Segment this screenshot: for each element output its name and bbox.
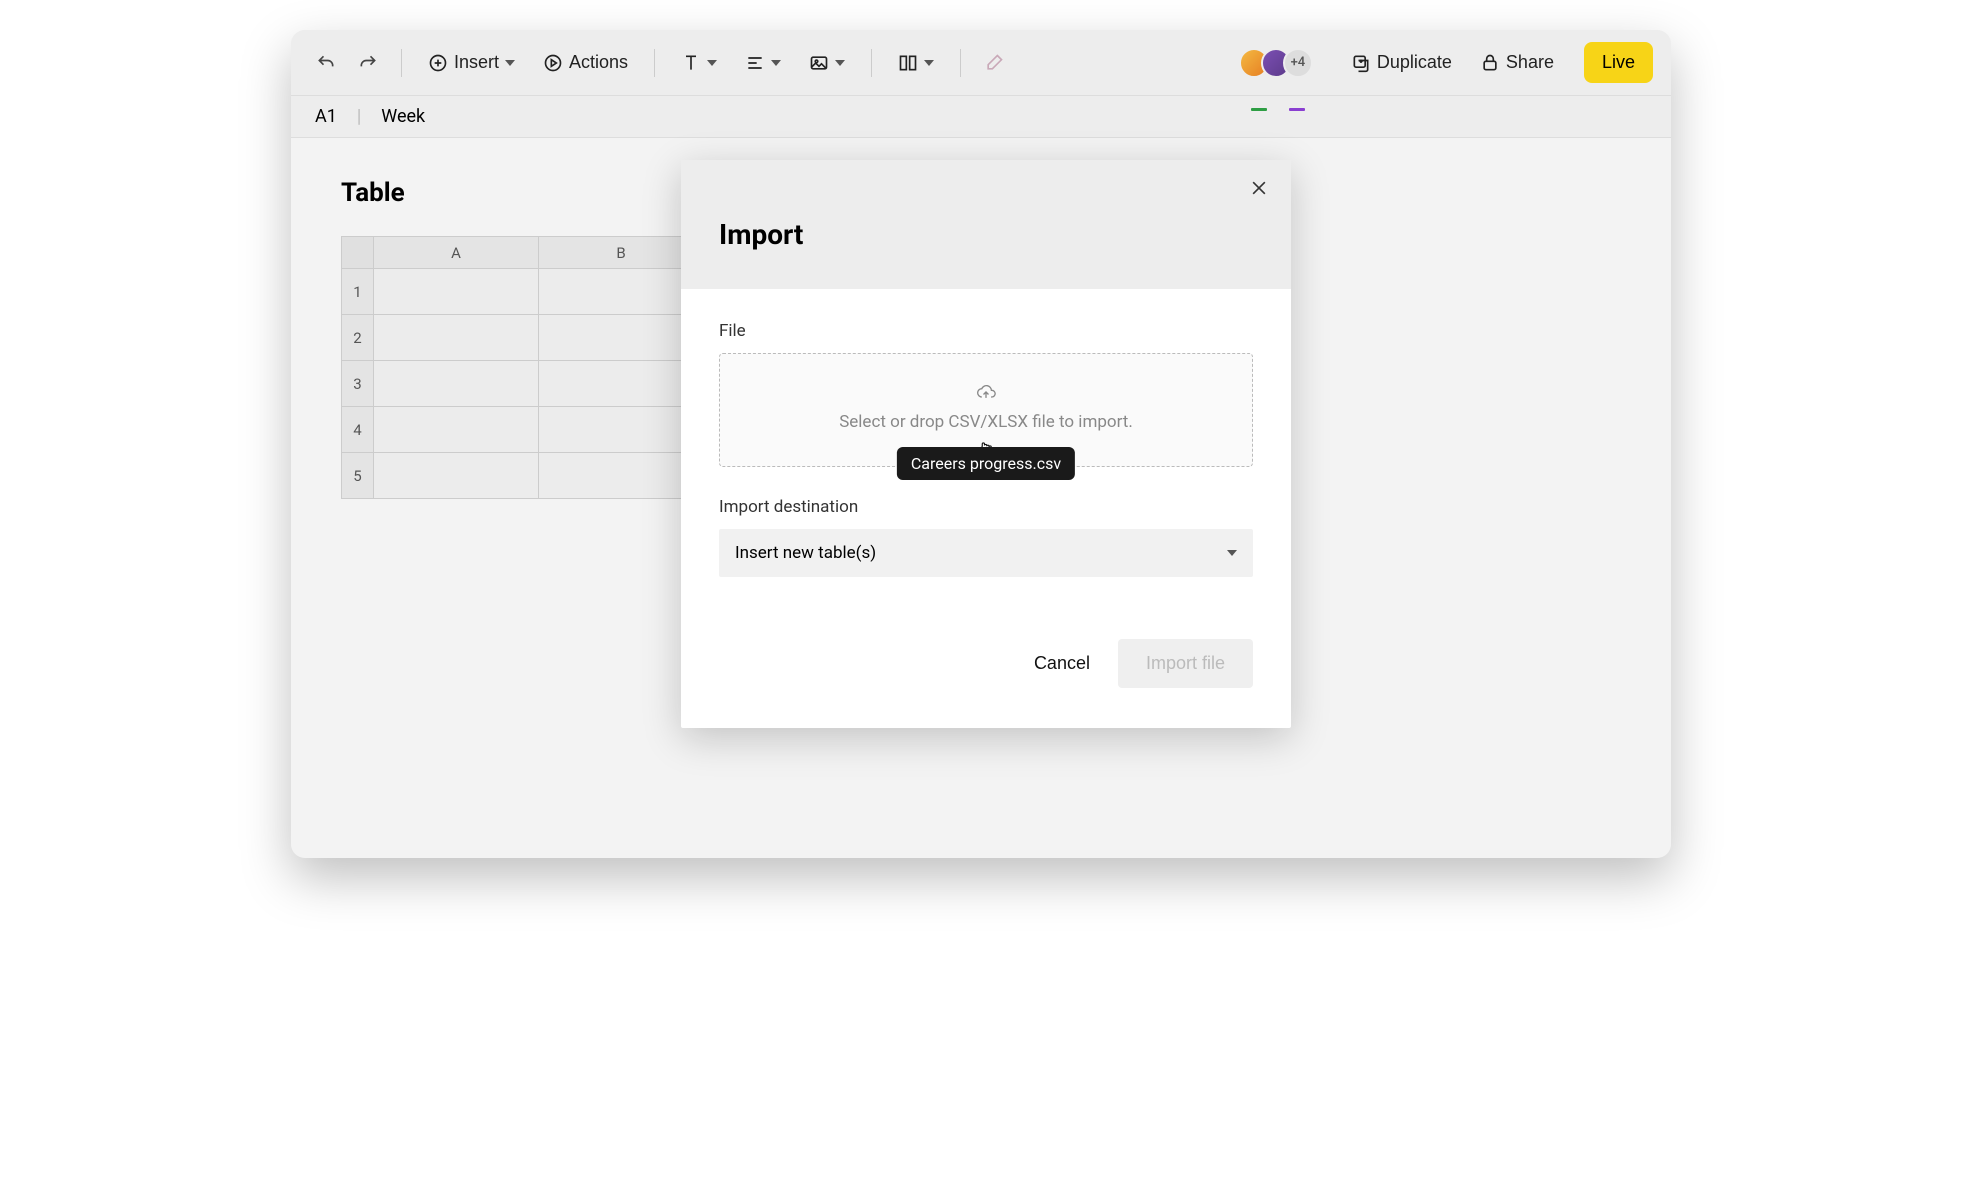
column-header[interactable]: A: [374, 237, 539, 269]
divider: [960, 49, 961, 77]
close-icon: [1249, 178, 1269, 198]
text-icon: [681, 53, 701, 73]
spreadsheet-table[interactable]: A B 1 2 3 4 5: [341, 236, 704, 499]
row-header[interactable]: 3: [342, 361, 374, 407]
divider: |: [357, 106, 361, 127]
modal-title: Import: [719, 218, 1253, 251]
redo-icon: [358, 53, 378, 73]
share-label: Share: [1506, 52, 1554, 73]
dropzone-text: Select or drop CSV/XLSX file to import.: [740, 412, 1232, 432]
undo-button[interactable]: [309, 46, 343, 80]
cell[interactable]: [374, 453, 539, 499]
app-window: Insert Actions: [291, 30, 1671, 858]
align-icon: [745, 53, 765, 73]
destination-select[interactable]: Insert new table(s): [719, 529, 1253, 577]
chevron-down-icon: [924, 60, 934, 66]
cell-value[interactable]: Week: [381, 106, 425, 127]
image-icon: [809, 53, 829, 73]
import-file-button[interactable]: Import file: [1118, 639, 1253, 688]
column-header[interactable]: B: [539, 237, 704, 269]
insert-button[interactable]: Insert: [418, 46, 525, 79]
cloud-upload-icon: [974, 382, 998, 402]
duplicate-button[interactable]: Duplicate: [1341, 46, 1462, 79]
chevron-down-icon: [707, 60, 717, 66]
actions-button[interactable]: Actions: [533, 46, 638, 79]
cell[interactable]: [539, 407, 704, 453]
import-modal: Import File Select or drop CSV/XLSX file…: [681, 160, 1291, 728]
row-header[interactable]: 5: [342, 453, 374, 499]
divider: [871, 49, 872, 77]
file-label: File: [719, 321, 1253, 341]
corner-cell[interactable]: [342, 237, 374, 269]
cell[interactable]: [374, 407, 539, 453]
file-dropzone[interactable]: Select or drop CSV/XLSX file to import. …: [719, 353, 1253, 467]
cell[interactable]: [539, 453, 704, 499]
cell[interactable]: [539, 269, 704, 315]
text-style-button[interactable]: [671, 47, 727, 79]
modal-footer: Cancel Import file: [681, 609, 1291, 728]
modal-header: Import: [681, 160, 1291, 289]
duplicate-label: Duplicate: [1377, 52, 1452, 73]
destination-label: Import destination: [719, 497, 1253, 517]
presence-avatars: +4: [1247, 48, 1313, 78]
modal-body: File Select or drop CSV/XLSX file to imp…: [681, 289, 1291, 609]
divider: [654, 49, 655, 77]
cell[interactable]: [539, 361, 704, 407]
cell[interactable]: [374, 315, 539, 361]
cell-reference-bar: A1 | Week: [291, 95, 1671, 138]
cell[interactable]: [374, 269, 539, 315]
toolbar: Insert Actions: [291, 30, 1671, 95]
align-button[interactable]: [735, 47, 791, 79]
eraser-button[interactable]: [977, 46, 1011, 80]
redo-button[interactable]: [351, 46, 385, 80]
insert-label: Insert: [454, 52, 499, 73]
cancel-button[interactable]: Cancel: [1034, 653, 1090, 674]
play-circle-icon: [543, 53, 563, 73]
row-header[interactable]: 2: [342, 315, 374, 361]
cell-reference[interactable]: A1: [315, 106, 337, 127]
cell[interactable]: [539, 315, 704, 361]
close-button[interactable]: [1249, 178, 1269, 198]
actions-label: Actions: [569, 52, 628, 73]
row-header[interactable]: 4: [342, 407, 374, 453]
layout-button[interactable]: [888, 47, 944, 79]
row-header[interactable]: 1: [342, 269, 374, 315]
plus-circle-icon: [428, 53, 448, 73]
undo-icon: [316, 53, 336, 73]
avatar-more[interactable]: +4: [1283, 48, 1313, 78]
presence-indicator: [1251, 108, 1267, 111]
chevron-down-icon: [771, 60, 781, 66]
layout-icon: [898, 53, 918, 73]
divider: [401, 49, 402, 77]
chevron-down-icon: [505, 60, 515, 66]
lock-icon: [1480, 53, 1500, 73]
chevron-down-icon: [835, 60, 845, 66]
cell[interactable]: [374, 361, 539, 407]
presence-indicator: [1289, 108, 1305, 111]
eraser-icon: [984, 53, 1004, 73]
chevron-down-icon: [1227, 550, 1237, 556]
live-button[interactable]: Live: [1584, 42, 1653, 83]
dragged-file-tooltip: Careers progress.csv: [897, 447, 1075, 480]
duplicate-icon: [1351, 53, 1371, 73]
destination-value: Insert new table(s): [735, 543, 876, 563]
share-button[interactable]: Share: [1470, 46, 1564, 79]
image-button[interactable]: [799, 47, 855, 79]
